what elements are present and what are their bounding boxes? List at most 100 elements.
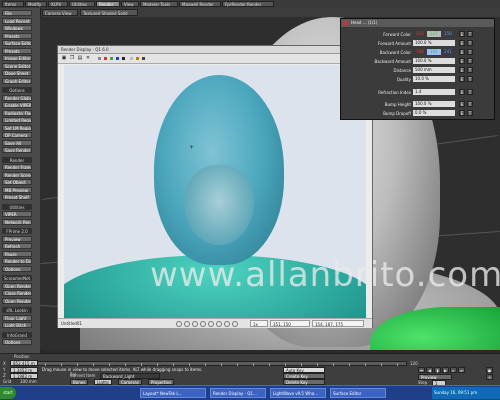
timeline-slider[interactable] [12,361,407,366]
tab-xlpx[interactable]: XLPX [48,1,68,7]
envelope-icon[interactable]: E [459,76,465,82]
channel-blue-icon[interactable] [116,57,119,60]
panel-value-field[interactable]: 100.0 % [413,101,455,107]
texture-icon[interactable]: T [467,58,473,64]
toolbar-button-light-bitch[interactable]: Light Bitch [2,322,32,328]
loop-icon[interactable]: ⟲ [486,374,493,380]
image-slot-icon[interactable] [184,321,190,327]
toolbar-button-preset-shelf[interactable]: Preset Shelf [2,194,32,200]
panel-value-field[interactable]: 100.0 % [413,58,455,64]
first-frame-icon[interactable]: ⏮ [418,367,425,373]
color-channel-value[interactable]: 127 [427,31,441,37]
toolbar-button-save-render-s-[interactable]: Save Render S... [2,147,32,153]
view-mode-select[interactable]: Camera View [42,9,78,16]
color-channel-value[interactable]: 233 [413,31,427,37]
toolbar-button-close-render-g[interactable]: Close Render-G [2,290,32,296]
tab-utilities[interactable]: Utilities [69,1,95,7]
toolbar-button-refresh[interactable]: Refresh [2,243,32,249]
toolbar-button-options[interactable]: Options [2,339,32,345]
envelope-icon[interactable]: E [459,31,465,37]
tab-modify[interactable]: Modify [25,1,47,7]
envelope-icon[interactable]: E [459,101,465,107]
panel-value-field[interactable]: 0.0 % [413,110,455,116]
channel-grey-icon[interactable] [130,57,133,60]
toolbar-button-options[interactable]: Options [2,265,32,272]
taskbar-item[interactable]: Surface Editor [330,388,386,398]
tab-items[interactable]: Items [2,1,24,7]
tab-maxwell-render[interactable]: Maxwell Render [179,1,221,7]
x-position-value[interactable]: 852.415 m [10,360,38,366]
toolbar-button-set-object[interactable]: Set Object [2,179,32,185]
taskbar-item[interactable]: Layout* NewTek L... [140,388,206,398]
color-swatch[interactable]: 233 127 150 [413,31,455,37]
image-slot-icon[interactable] [216,321,222,327]
channel-red-icon[interactable] [104,57,107,60]
envelope-icon[interactable]: E [459,67,465,73]
toolbar-button-graph-editor[interactable]: Graph Editor [2,77,32,84]
image-slot-icon[interactable] [192,321,198,327]
color-swatch[interactable]: 160 191 241 [413,49,455,55]
toolbar-button-pause[interactable]: Pause [2,250,32,257]
envelope-icon[interactable]: E [459,40,465,46]
toolbar-button-save-all[interactable]: Save All [2,139,32,146]
tab-render[interactable]: Render [96,1,120,7]
toolbar-button-network-render[interactable]: Network Render [2,218,32,225]
texture-icon[interactable]: T [467,76,473,82]
toolbar-button-viper[interactable]: VIPER [2,211,32,217]
envelope-icon[interactable]: E [459,110,465,116]
tab-fprrender-render[interactable]: FprRender Render [222,1,274,7]
toolbar-button-render-scene[interactable]: Render Scene [2,171,32,178]
play-back-icon[interactable]: ◀ [426,367,433,373]
toolbar-button-dope-sheet[interactable]: Dope Sheet [2,70,32,76]
toolbar-button-render-globals[interactable]: Render Globals [2,94,32,101]
image-slot-icon[interactable] [200,321,206,327]
next-frame-icon[interactable]: ▸ [450,367,457,373]
color-channel-value[interactable]: 150 [441,31,455,37]
toolbar-button-load-recent[interactable]: Load Recent [2,17,32,24]
image-slot-icon[interactable] [208,321,214,327]
toolbar-button-mb-preview[interactable]: MB Preview [2,186,32,193]
texture-icon[interactable]: T [467,49,473,55]
tab-modeler-tools[interactable]: Modeler Tools [140,1,178,7]
panel-value-field[interactable]: 10.0 % [413,76,455,82]
toolbar-button-image-editor[interactable]: Image Editor [2,55,32,61]
texture-icon[interactable]: T [467,89,473,95]
zoom-display[interactable]: 1x [250,320,268,327]
envelope-icon[interactable]: E [459,49,465,55]
toolbar-button-open-render-g[interactable]: Open Render-G [2,282,32,289]
texture-icon[interactable]: T [467,40,473,46]
texture-icon[interactable]: T [467,110,473,116]
toolbar-button-floor-light[interactable]: Floor Light [2,314,32,321]
copy-icon[interactable]: ❐ [69,55,75,61]
channel-all-icon[interactable] [98,57,101,60]
toolbar-button-dp-camera[interactable]: DP Camera [2,132,32,138]
save-icon[interactable]: ▣ [61,55,67,61]
taskbar-item[interactable]: LightWave v9.5 Wha... [270,388,326,398]
shading-mode-select[interactable]: Textured Shaded Solid [80,9,138,16]
image-slot-icon[interactable] [176,321,182,327]
toolbar-button-enable-viper[interactable]: Enable VIPER [2,102,32,108]
color-channel-value[interactable]: 160 [413,49,427,55]
toolbar-button-surface-editor[interactable]: Surface Editor [2,40,32,46]
envelope-icon[interactable]: E [459,58,465,64]
image-slot-icon[interactable] [232,321,238,327]
toolbar-button-render-to-disk[interactable]: Render to Disk [2,258,32,264]
pause-icon[interactable]: ▮ [434,367,441,373]
texture-icon[interactable]: T [467,101,473,107]
folder-icon[interactable]: ▤ [77,55,83,61]
color-channel-value[interactable]: 241 [441,49,455,55]
panel-value-field[interactable]: 100.0 % [413,40,455,46]
color-channel-value[interactable]: 191 [427,49,441,55]
channel-dark-icon[interactable] [142,57,145,60]
toolbar-button-presets[interactable]: Presets [2,32,32,39]
last-frame-icon[interactable]: ⏭ [458,367,465,373]
toolbar-button-windows[interactable]: Windows [2,25,32,31]
tab-view[interactable]: View [121,1,139,7]
panel-value-field[interactable]: 500 mm [413,67,455,73]
toolbar-button-presets[interactable]: Presets [2,47,32,54]
panel-value-field[interactable]: 1.4 [413,89,455,95]
record-icon[interactable]: ● [486,367,493,373]
start-button[interactable]: start [0,387,16,399]
toolbar-button-radiosity-flags[interactable]: Radiosity Flags [2,109,32,116]
channel-alpha-icon[interactable] [122,57,125,60]
